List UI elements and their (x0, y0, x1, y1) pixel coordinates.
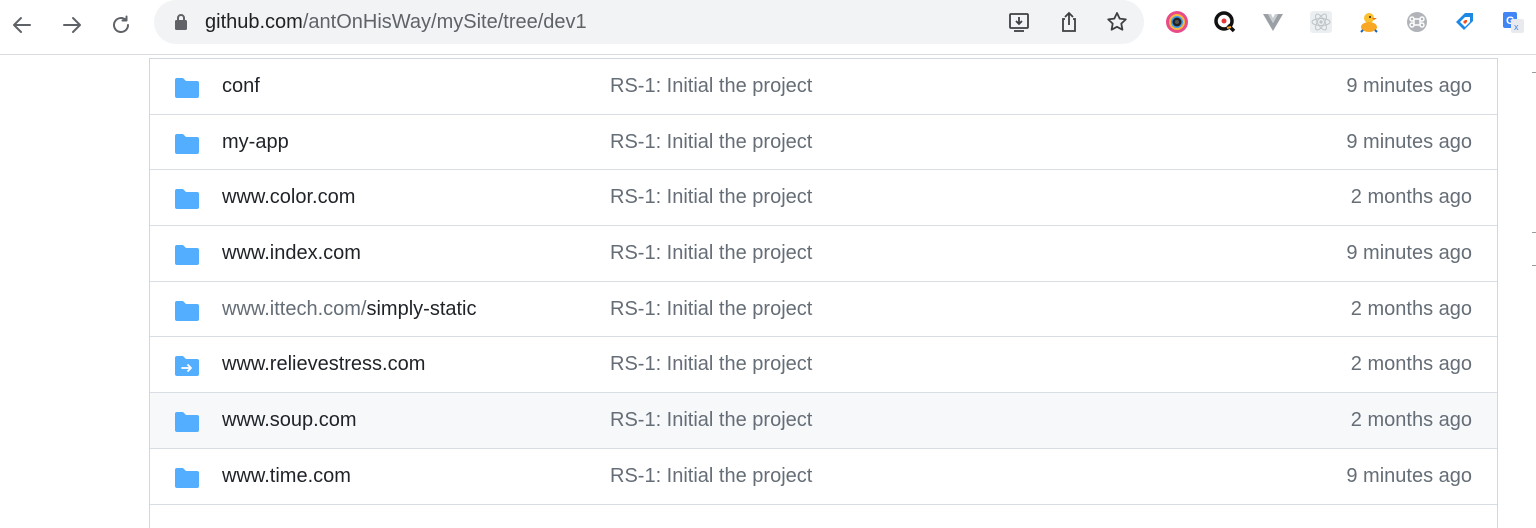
file-name: www.relievestress.com (222, 353, 426, 376)
file-name: www.soup.com (222, 409, 357, 432)
duck-extension-icon (1360, 13, 1378, 33)
file-row[interactable]: conf RS-1: Initial the project 9 minutes… (150, 59, 1497, 115)
lock-icon (175, 14, 187, 30)
commit-message-link[interactable]: RS-1: Initial the project (610, 115, 812, 170)
install-icon (1009, 13, 1029, 32)
translate-extension-button[interactable]: Gx (1499, 8, 1527, 36)
symlink-folder-icon (175, 356, 199, 377)
file-row[interactable]: www.ittech.com/simply-static RS-1: Initi… (150, 281, 1497, 338)
commit-message-link[interactable]: RS-1: Initial the project (610, 226, 812, 281)
file-row[interactable]: www.relievestress.com RS-1: Initial the … (150, 337, 1497, 394)
file-name-prefix: www.ittech.com/ (222, 297, 367, 320)
back-icon (13, 17, 31, 33)
commit-message-link[interactable]: RS-1: Initial the project (610, 282, 812, 337)
q-extension-icon (1214, 11, 1236, 33)
commit-time: 2 months ago (1350, 297, 1472, 320)
file-name: www.color.com (222, 186, 356, 209)
forward-icon (63, 17, 81, 33)
url-host: github.com (205, 11, 303, 33)
back-button[interactable] (4, 7, 40, 43)
duck-extension-button[interactable] (1355, 8, 1383, 36)
file-row[interactable]: my-app RS-1: Initial the project 9 minut… (150, 114, 1497, 171)
reload-button[interactable] (103, 7, 139, 43)
tag-extension-icon (1456, 13, 1473, 30)
vue-devtools-button[interactable] (1259, 8, 1287, 36)
folder-icon (175, 78, 199, 98)
url-text: github.com/antOnHisWay/mySite/tree/dev1 (205, 0, 587, 44)
tag-extension-button[interactable] (1451, 8, 1479, 36)
file-name-link[interactable]: www.soup.com (222, 393, 357, 448)
camera-extension-icon (1166, 11, 1188, 33)
react-devtools-icon (1310, 11, 1332, 33)
address-bar[interactable]: github.com/antOnHisWay/mySite/tree/dev1 (154, 0, 1144, 44)
url-path: /antOnHisWay/mySite/tree/dev1 (302, 11, 587, 33)
reload-icon (113, 15, 129, 33)
file-name-link[interactable]: my-app (222, 115, 289, 170)
file-row[interactable]: www.soup.com RS-1: Initial the project 2… (150, 393, 1497, 449)
file-row[interactable]: www.index.com RS-1: Initial the project … (150, 226, 1497, 282)
folder-icon (175, 467, 199, 488)
file-name-link[interactable]: www.color.com (222, 170, 355, 225)
install-button[interactable] (1005, 8, 1033, 36)
folder-icon (175, 412, 199, 433)
commit-time: 9 minutes ago (1346, 75, 1472, 97)
svg-text:x: x (1514, 22, 1519, 32)
q-extension-button[interactable] (1211, 8, 1239, 36)
file-name: www.index.com (222, 242, 361, 265)
file-name-link[interactable]: www.ittech.com/simply-static (222, 282, 477, 337)
file-name: www.time.com (222, 464, 351, 487)
commit-message-link[interactable]: RS-1: Initial the project (610, 449, 812, 504)
file-name: conf (222, 75, 260, 97)
folder-icon (175, 300, 199, 321)
file-name: simply-static (366, 297, 477, 320)
camera-extension-button[interactable] (1163, 8, 1191, 36)
share-button[interactable] (1055, 8, 1083, 36)
command-extension-icon (1407, 12, 1427, 32)
file-row[interactable]: www.time.com RS-1: Initial the project 9… (150, 448, 1497, 505)
file-row[interactable]: www.color.com RS-1: Initial the project … (150, 170, 1497, 227)
commit-time: 9 minutes ago (1346, 464, 1472, 487)
commit-time: 2 months ago (1350, 353, 1472, 376)
folder-icon (175, 133, 199, 154)
browser-toolbar: github.com/antOnHisWay/mySite/tree/dev1 (0, 0, 1536, 55)
bookmark-button[interactable] (1103, 8, 1131, 36)
share-icon (1062, 11, 1076, 32)
scroll-edge-mark (1532, 72, 1536, 73)
scroll-edge-mark (1532, 265, 1536, 266)
translate-extension-icon: Gx (1503, 12, 1524, 33)
commit-time: 2 months ago (1350, 186, 1472, 209)
folder-icon (175, 245, 199, 266)
commit-time: 9 minutes ago (1346, 130, 1472, 153)
file-name: my-app (222, 130, 289, 153)
file-name-link[interactable]: www.relievestress.com (222, 337, 425, 392)
commit-time: 2 months ago (1350, 409, 1472, 432)
file-name-link[interactable]: www.time.com (222, 449, 351, 504)
commit-message-link[interactable]: RS-1: Initial the project (610, 170, 812, 225)
react-devtools-button[interactable] (1307, 8, 1335, 36)
scroll-edge-mark (1532, 232, 1536, 233)
commit-message-link[interactable]: RS-1: Initial the project (610, 59, 812, 114)
file-list: conf RS-1: Initial the project 9 minutes… (149, 58, 1498, 528)
file-name-link[interactable]: www.index.com (222, 226, 361, 281)
bookmark-star-icon (1107, 12, 1127, 31)
commit-time: 9 minutes ago (1346, 242, 1472, 265)
file-name-link[interactable]: conf (222, 59, 260, 114)
command-extension-button[interactable] (1403, 8, 1431, 36)
forward-button[interactable] (54, 7, 90, 43)
vue-devtools-icon (1263, 14, 1283, 31)
commit-message-link[interactable]: RS-1: Initial the project (610, 337, 812, 392)
folder-icon (175, 189, 199, 210)
commit-message-link[interactable]: RS-1: Initial the project (610, 393, 812, 448)
